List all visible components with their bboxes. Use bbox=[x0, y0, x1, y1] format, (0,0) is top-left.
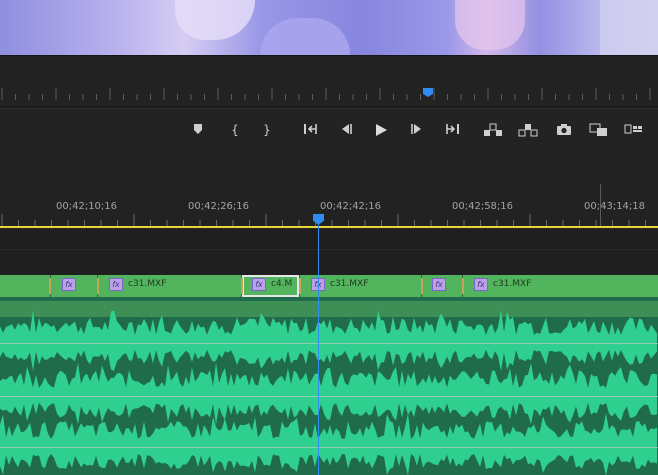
extract-icon bbox=[518, 124, 538, 137]
playhead-line[interactable] bbox=[318, 225, 319, 475]
lift-icon bbox=[484, 123, 502, 136]
go-to-out-button[interactable] bbox=[441, 117, 461, 143]
edit-point[interactable] bbox=[49, 278, 51, 294]
fx-badge-icon[interactable]: fx bbox=[62, 278, 76, 291]
fx-badge-icon[interactable]: fx bbox=[252, 278, 266, 291]
edit-point[interactable] bbox=[299, 278, 301, 294]
clip-name: c31.MXF bbox=[128, 279, 167, 289]
timecode-label: 00;42;42;16 bbox=[320, 201, 382, 212]
video-clip[interactable]: fx bbox=[422, 275, 463, 297]
fx-badge-icon[interactable]: fx bbox=[474, 278, 488, 291]
comparison-view-button[interactable] bbox=[588, 117, 610, 143]
step-back-icon bbox=[342, 124, 352, 134]
monitor-ruler-ticks bbox=[1, 88, 651, 100]
timecode-label: 00;42;26;16 bbox=[188, 201, 250, 212]
add-marker-button[interactable] bbox=[190, 117, 206, 143]
program-monitor-preview bbox=[0, 0, 658, 55]
comparison-icon bbox=[589, 123, 607, 136]
audio-volume-line[interactable] bbox=[0, 396, 658, 397]
go-to-in-button[interactable] bbox=[302, 117, 322, 143]
button-editor-button[interactable] bbox=[622, 117, 646, 143]
play-button[interactable] bbox=[372, 117, 390, 143]
audio-volume-line[interactable] bbox=[0, 343, 658, 344]
mark-out-icon: } bbox=[263, 123, 271, 137]
edit-point[interactable] bbox=[462, 278, 464, 294]
mark-in-button[interactable]: { bbox=[228, 117, 242, 143]
timecode-label: 00;43;14;18 bbox=[584, 201, 646, 212]
edit-point[interactable] bbox=[97, 278, 99, 294]
fx-badge-icon[interactable]: fx bbox=[109, 278, 123, 291]
export-frame-button[interactable] bbox=[555, 117, 573, 143]
video-clip[interactable]: fx bbox=[51, 275, 98, 297]
go-to-out-icon bbox=[446, 124, 459, 134]
timecode-label: 00;42;10;16 bbox=[56, 201, 118, 212]
step-forward-button[interactable] bbox=[408, 117, 426, 143]
edit-point[interactable] bbox=[421, 278, 423, 294]
video-clip[interactable]: fx c31.MXF bbox=[98, 275, 242, 297]
step-forward-icon bbox=[411, 124, 421, 134]
button-editor-icon bbox=[624, 124, 642, 134]
audio-volume-line[interactable] bbox=[0, 447, 658, 448]
clip-name: c31.MXF bbox=[330, 279, 369, 289]
marker-icon bbox=[194, 124, 202, 134]
mark-in-icon: { bbox=[231, 123, 239, 137]
clip-name: c4.M bbox=[271, 279, 293, 289]
video-clip[interactable] bbox=[0, 275, 51, 297]
mark-out-button[interactable]: } bbox=[260, 117, 274, 143]
edit-point[interactable] bbox=[241, 278, 243, 294]
lift-button[interactable] bbox=[482, 117, 504, 143]
camera-icon bbox=[557, 124, 571, 135]
video-clip[interactable]: fx c31.MXF bbox=[463, 275, 658, 297]
video-clip-selected[interactable]: fx c4.M bbox=[242, 275, 300, 297]
audio-waveform[interactable] bbox=[0, 297, 658, 475]
go-to-in-icon bbox=[304, 124, 317, 134]
step-back-button[interactable] bbox=[337, 117, 355, 143]
empty-video-track[interactable] bbox=[0, 228, 658, 275]
clip-name: c31.MXF bbox=[493, 279, 532, 289]
timecode-label: 00;42;58;16 bbox=[452, 201, 514, 212]
play-icon bbox=[376, 124, 387, 136]
extract-button[interactable] bbox=[517, 117, 539, 143]
fx-badge-icon[interactable]: fx bbox=[432, 278, 446, 291]
